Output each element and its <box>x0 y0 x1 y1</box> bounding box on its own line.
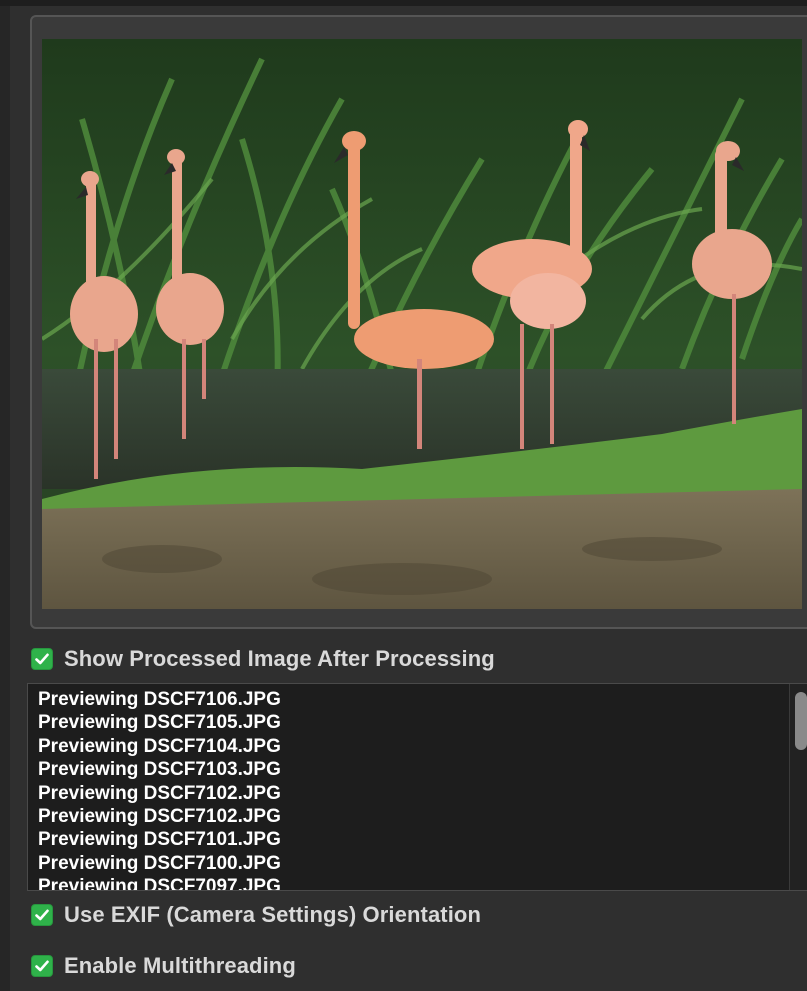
log-line: Previewing DSCF7097.JPG <box>38 876 281 891</box>
preview-image <box>42 39 802 609</box>
log-scrollbar-thumb[interactable] <box>795 692 807 750</box>
use-exif-option[interactable]: Use EXIF (Camera Settings) Orientation <box>31 900 481 930</box>
checkmark-icon <box>35 960 49 972</box>
image-preview-panel <box>30 15 807 629</box>
multithreading-checkbox[interactable] <box>31 955 53 977</box>
processing-log[interactable]: Previewing DSCF7106.JPG Previewing DSCF71… <box>27 683 807 891</box>
log-list: Previewing DSCF7106.JPG Previewing DSCF71… <box>38 688 786 891</box>
log-line: Previewing DSCF7102.JPG <box>38 782 281 804</box>
flamingo-photo <box>42 39 802 609</box>
log-line: Previewing DSCF7102.JPG <box>38 806 281 828</box>
log-scrollbar[interactable] <box>789 684 807 890</box>
use-exif-checkbox[interactable] <box>31 904 53 926</box>
checkmark-icon <box>35 653 49 665</box>
log-line: Previewing DSCF7104.JPG <box>38 735 281 757</box>
show-processed-option[interactable]: Show Processed Image After Processing <box>31 644 495 674</box>
app-window: Show Processed Image After Processing Pr… <box>0 0 807 991</box>
multithreading-label: Enable Multithreading <box>64 953 296 978</box>
multithreading-option[interactable]: Enable Multithreading <box>31 951 296 981</box>
use-exif-label: Use EXIF (Camera Settings) Orientation <box>64 902 481 927</box>
log-line: Previewing DSCF7100.JPG <box>38 852 281 874</box>
log-line: Previewing DSCF7103.JPG <box>38 759 281 781</box>
show-processed-label: Show Processed Image After Processing <box>64 646 495 671</box>
log-line: Previewing DSCF7101.JPG <box>38 829 281 851</box>
log-line: Previewing DSCF7105.JPG <box>38 712 281 734</box>
checkmark-icon <box>35 909 49 921</box>
show-processed-checkbox[interactable] <box>31 648 53 670</box>
window-edge <box>0 6 10 991</box>
log-line: Previewing DSCF7106.JPG <box>38 689 281 710</box>
